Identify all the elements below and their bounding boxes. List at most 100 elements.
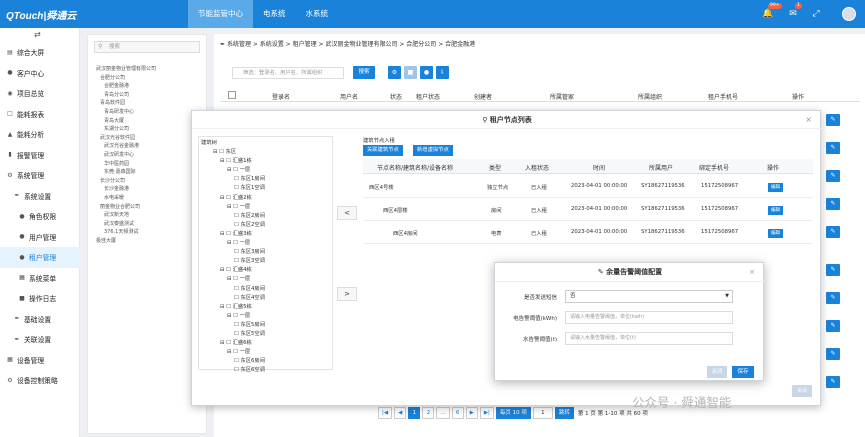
page-button[interactable]: 2: [422, 407, 435, 419]
sidebar-item-alarms[interactable]: ▮ 报警管理: [0, 145, 80, 166]
goto-page-input[interactable]: 1: [532, 407, 553, 419]
tree-checkbox-icon[interactable]: ⊟ ☐: [227, 276, 240, 282]
row-edit-button[interactable]: ✎: [826, 292, 840, 304]
building-tree-node[interactable]: ☐ 东区4空调: [234, 293, 265, 301]
building-tree-node[interactable]: ⊟ ☐ 一层: [227, 274, 250, 282]
edit-node-button[interactable]: 编辑: [768, 183, 783, 192]
tree-node[interactable]: 合肥金融港: [96, 82, 156, 91]
sidebar-item-link-settings[interactable]: ✒ 关联设置: [0, 329, 80, 350]
tree-node[interactable]: 武汉丽金物业管理有限公司: [96, 65, 156, 74]
sidebar-item-projects[interactable]: ◉ 项目总览: [0, 83, 80, 104]
link-node-button[interactable]: 关联建筑节点: [363, 145, 403, 156]
tree-checkbox-icon[interactable]: ⊟ ☐: [220, 158, 233, 164]
select-all-checkbox[interactable]: [228, 91, 236, 99]
page-button[interactable]: 6: [451, 407, 464, 419]
building-tree-node[interactable]: ☐ 东区2空调: [234, 220, 265, 228]
topnav-energy-center[interactable]: 节能监管中心: [188, 0, 253, 28]
move-left-button[interactable]: <: [337, 206, 357, 220]
tree-checkbox-icon[interactable]: ⊟ ☐: [213, 149, 226, 155]
search-button[interactable]: 搜索: [353, 66, 375, 79]
building-tree-node[interactable]: ☐ 东区3房间: [234, 247, 265, 255]
tree-node[interactable]: 东湖分公司: [96, 125, 156, 134]
sidebar-item-tenants[interactable]: ● 租户管理: [0, 247, 80, 268]
building-tree-node[interactable]: ☐ 东区5房间: [234, 320, 265, 328]
page-size-select[interactable]: 每页 10 项: [495, 407, 531, 419]
building-tree-node[interactable]: ⊟ ☐ 一层: [227, 238, 250, 246]
sidebar-item-dashboard[interactable]: ▤ 综合大屏: [0, 42, 80, 63]
tree-node[interactable]: 武汉泰盛测试: [96, 220, 156, 229]
sidebar-item-roles[interactable]: ● 角色权限: [0, 206, 80, 227]
building-tree-node[interactable]: ☐ 东区6空调: [234, 365, 265, 373]
first-page-button[interactable]: |◀: [378, 407, 393, 419]
tree-checkbox-icon[interactable]: ⊟ ☐: [220, 340, 233, 346]
row-edit-button[interactable]: ✎: [826, 348, 840, 360]
last-page-button[interactable]: ▶|: [479, 407, 494, 419]
collapse-toggle-icon[interactable]: ⇄: [34, 30, 41, 39]
add-virtual-node-button[interactable]: 新增虚拟节点: [413, 145, 453, 156]
sidebar-item-system[interactable]: ⚙ 系统管理: [0, 165, 80, 186]
user-add-icon[interactable]: ●: [420, 66, 433, 79]
row-edit-button[interactable]: ✎: [826, 226, 840, 238]
building-tree-node[interactable]: ⊟ ☐ 一层: [227, 311, 250, 319]
sms-select[interactable]: 否 ▼: [565, 290, 733, 303]
building-tree-node[interactable]: ⊟ ☐ 汇盛1栋: [220, 156, 252, 164]
sidebar-item-device-strategy[interactable]: ⚙ 设备控制策略: [0, 370, 80, 391]
delete-icon[interactable]: ■: [404, 66, 417, 79]
tree-node[interactable]: 武汉新天地: [96, 211, 156, 220]
sidebar-item-system-settings[interactable]: ✒ 系统设置: [0, 186, 80, 207]
sidebar-item-users[interactable]: ● 用户管理: [0, 227, 80, 248]
close-icon[interactable]: ×: [805, 115, 812, 124]
bell-icon[interactable]: 🔔: [762, 8, 774, 20]
tree-search-input[interactable]: ⚲ 搜索: [94, 41, 200, 53]
tenant-search-input[interactable]: 筛选：登录名、用户名、所属组织: [232, 67, 344, 79]
tree-node[interactable]: 武汉光谷金融港: [96, 142, 156, 151]
row-edit-button[interactable]: ✎: [826, 114, 840, 126]
building-tree-node[interactable]: ⊟ ☐ 一层: [227, 347, 250, 355]
tree-node[interactable]: 青岛研发中心: [96, 108, 156, 117]
modal-close-button[interactable]: 关闭: [792, 385, 812, 397]
sidebar-item-devices[interactable]: ▦ 设备管理: [0, 350, 80, 371]
building-tree-node[interactable]: ☐ 东区1空调: [234, 183, 265, 191]
building-tree-node[interactable]: ⊟ ☐ 汇盛2栋: [220, 193, 252, 201]
topnav-electric-system[interactable]: 电系统: [253, 0, 296, 28]
row-edit-button[interactable]: ✎: [826, 198, 840, 210]
tree-checkbox-icon[interactable]: ⊟ ☐: [220, 195, 233, 201]
tree-node[interactable]: 武汉光谷软件园: [96, 134, 156, 143]
avatar[interactable]: [842, 7, 856, 21]
row-edit-button[interactable]: ✎: [826, 320, 840, 332]
fullscreen-icon[interactable]: ⤢: [810, 8, 822, 20]
building-tree-node[interactable]: ☐ 东区4房间: [234, 284, 265, 292]
tree-checkbox-icon[interactable]: ⊟ ☐: [220, 267, 233, 273]
tree-checkbox-icon[interactable]: ⊟ ☐: [220, 231, 233, 237]
tree-checkbox-icon[interactable]: ⊟ ☐: [227, 349, 240, 355]
building-tree-node[interactable]: ⊟ ☐ 汇盛5栋: [220, 302, 252, 310]
goto-button[interactable]: 跳转: [554, 407, 574, 419]
tree-checkbox-icon[interactable]: ⊟ ☐: [227, 240, 240, 246]
tree-node[interactable]: 东莞·嘉森国际: [96, 168, 156, 177]
tree-checkbox-icon[interactable]: ⊟ ☐: [227, 204, 240, 210]
sidebar-item-reports[interactable]: □ 能耗报表: [0, 104, 80, 125]
mail-icon[interactable]: ✉: [787, 8, 799, 20]
prev-page-button[interactable]: ◀: [394, 407, 407, 419]
row-edit-button[interactable]: ✎: [826, 376, 840, 388]
tree-node[interactable]: 丽金物业合肥公司: [96, 203, 156, 212]
water-threshold-input[interactable]: 请输入水量告警阈值，单位(t): [565, 332, 733, 345]
tree-node[interactable]: 水电采暖: [96, 194, 156, 203]
building-tree-node[interactable]: ⊟ ☐ 汇盛3栋: [220, 229, 252, 237]
edit-node-button[interactable]: 编辑: [768, 229, 783, 238]
tree-node[interactable]: 青岛软件园: [96, 99, 156, 108]
topnav-water-system[interactable]: 水系统: [296, 0, 339, 28]
settings-icon[interactable]: ⚙: [388, 66, 401, 79]
tree-node[interactable]: 青岛大厦: [96, 117, 156, 126]
tree-node[interactable]: 长沙金融港: [96, 185, 156, 194]
building-tree-node[interactable]: ☐ 东区1房间: [234, 174, 265, 182]
elec-threshold-input[interactable]: 请输入电量告警阈值，单位(kwh): [565, 311, 733, 324]
page-button[interactable]: 1: [408, 407, 421, 419]
move-right-button[interactable]: >: [337, 287, 357, 301]
tree-node[interactable]: 青岛分公司: [96, 91, 156, 100]
row-edit-button[interactable]: ✎: [826, 170, 840, 182]
edit-node-button[interactable]: 编辑: [768, 206, 783, 215]
building-tree-node[interactable]: ☐ 东区2房间: [234, 211, 265, 219]
building-tree-node[interactable]: ☐ 东区3空调: [234, 256, 265, 264]
building-tree-node[interactable]: ⊟ ☐ 一层: [227, 165, 250, 173]
